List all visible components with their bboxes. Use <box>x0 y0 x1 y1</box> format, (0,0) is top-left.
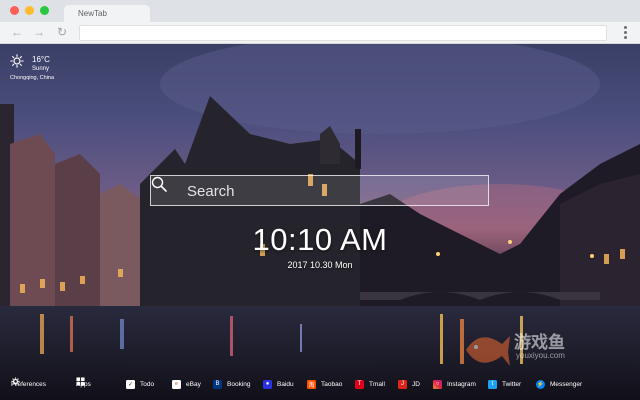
weather-temperature: 16°C <box>32 55 50 64</box>
twitter-label: Twitter <box>502 380 522 388</box>
new-tab-page: 16°C Sunny Chongqing, China 10:10 AM 201… <box>0 44 640 400</box>
preferences-link[interactable]: Preferences <box>11 377 46 391</box>
reload-icon[interactable]: ↻ <box>55 25 69 39</box>
booking-icon: B <box>213 379 222 389</box>
ebay-link[interactable]: e eBay <box>172 377 201 391</box>
booking-link[interactable]: B Booking <box>213 377 251 391</box>
messenger-link[interactable]: ⚡ Messenger <box>536 377 582 391</box>
tmall-icon: T <box>355 379 364 389</box>
messenger-label: Messenger <box>550 380 583 388</box>
watermark-text: 游戏鱼 <box>514 333 565 352</box>
search-box[interactable] <box>150 175 489 206</box>
grid-icon <box>76 377 85 386</box>
browser-toolbar: ← → ↻ <box>0 22 640 44</box>
jd-label: JD <box>412 380 420 388</box>
back-arrow-icon[interactable]: ← <box>10 25 24 39</box>
taobao-label: Taobao <box>321 380 343 388</box>
taobao-link[interactable]: 淘 Taobao <box>307 377 342 391</box>
forward-arrow-icon[interactable]: → <box>32 25 46 39</box>
sun-icon <box>10 54 24 68</box>
search-input[interactable] <box>187 181 477 201</box>
fish-logo-icon <box>466 336 510 366</box>
twitter-icon: t <box>488 379 497 389</box>
address-bar[interactable] <box>79 25 607 41</box>
jd-link[interactable]: J JD <box>398 377 420 391</box>
booking-label: Booking <box>227 380 251 388</box>
instagram-label: Instagram <box>447 380 476 388</box>
apps-link[interactable]: Apps <box>76 377 91 391</box>
menu-dots-icon[interactable] <box>624 26 628 40</box>
tmall-link[interactable]: T Tmall <box>355 377 385 391</box>
baidu-link[interactable]: ● Baidu <box>263 377 294 391</box>
todo-label: Todo <box>140 380 155 388</box>
ebay-label: eBay <box>186 380 201 388</box>
weather-condition: Sunny <box>32 66 50 72</box>
baidu-icon: ● <box>263 379 272 389</box>
messenger-icon: ⚡ <box>536 379 545 389</box>
bottom-links-bar: Preferences Apps ✓ Todo e eBay B Booking… <box>0 377 640 391</box>
twitter-link[interactable]: t Twitter <box>488 377 521 391</box>
watermark: 游戏鱼 youxiyou.com <box>462 322 592 382</box>
instagram-icon: ○ <box>433 379 442 389</box>
taobao-icon: 淘 <box>307 379 316 389</box>
tab-title: NewTab <box>78 9 107 18</box>
watermark-sub: youxiyou.com <box>516 351 565 360</box>
gear-icon <box>11 377 20 386</box>
browser-titlebar: NewTab <box>0 0 640 22</box>
maximize-window-button[interactable] <box>40 6 49 15</box>
minimize-window-button[interactable] <box>25 6 34 15</box>
weather-location: Chongqing, China <box>10 75 55 81</box>
clock-time: 10:10 AM <box>252 222 388 257</box>
tab-newtab[interactable]: NewTab <box>64 5 150 22</box>
instagram-link[interactable]: ○ Instagram <box>433 377 476 391</box>
ebay-icon: e <box>172 379 181 389</box>
tmall-label: Tmall <box>369 380 385 388</box>
search-icon[interactable] <box>151 176 167 192</box>
close-window-button[interactable] <box>10 6 19 15</box>
check-icon: ✓ <box>126 379 135 389</box>
jd-icon: J <box>398 379 407 389</box>
todo-link[interactable]: ✓ Todo <box>126 377 154 391</box>
clock-date: 2017 10.30 Mon <box>287 260 353 270</box>
baidu-label: Baidu <box>277 380 294 388</box>
